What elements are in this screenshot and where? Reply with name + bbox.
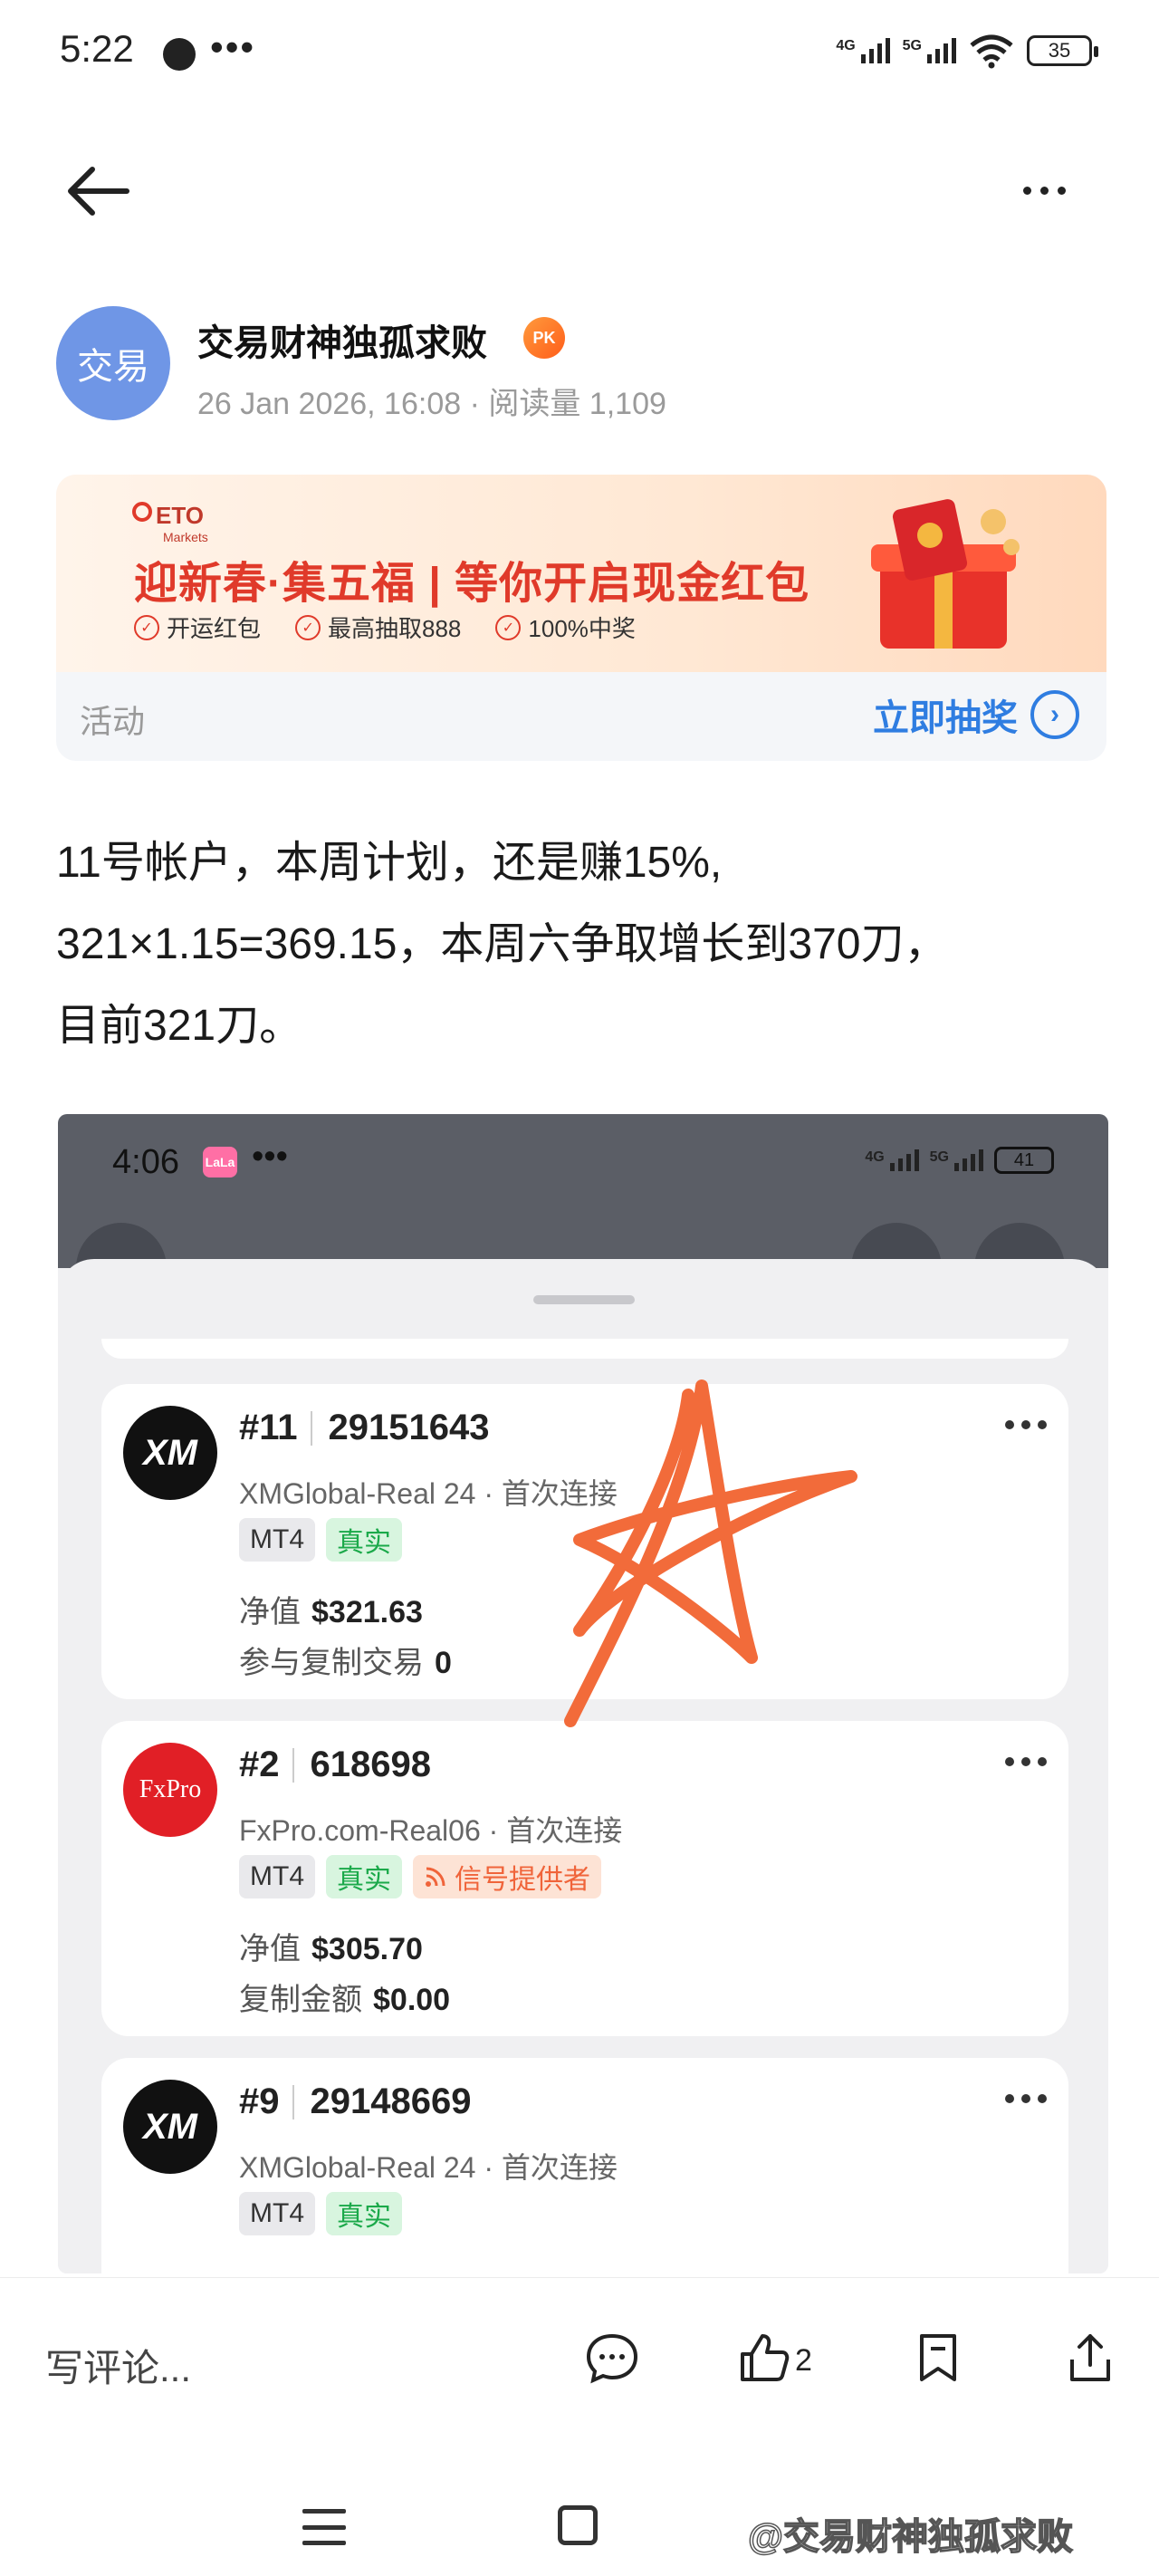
like-count: 2	[795, 2343, 812, 2378]
author-avatar[interactable]: 交易	[56, 306, 170, 420]
account-id: #2 618698	[239, 1745, 431, 1784]
account-tags: MT4 真实	[239, 2192, 402, 2235]
screenshot-dots: •••	[252, 1138, 288, 1176]
status-time: 5:22	[60, 27, 134, 70]
author-name[interactable]: 交易财神独孤求败	[197, 313, 487, 366]
signal-4g-icon: 4G	[865, 1149, 919, 1171]
ad-perks: 开运红包 最高抽取888 100%中奖	[134, 610, 636, 644]
bookmark-icon[interactable]	[909, 2329, 967, 2387]
account-server: XMGlobal-Real 24 · 首次连接	[239, 1477, 618, 1510]
sheet-handle[interactable]	[533, 1295, 635, 1304]
copy-amount-line: 复制金额 $0.00	[239, 1983, 451, 2017]
wifi-icon	[970, 34, 1013, 69]
battery-icon: 35	[1027, 35, 1098, 66]
ad-banner[interactable]: ETOMarkets 迎新春·集五福 | 等你开启现金红包 开运红包 最高抽取8…	[56, 475, 1106, 761]
ad-logo: ETO Markets	[156, 502, 208, 544]
account-more-icon[interactable]	[1005, 1420, 1047, 1429]
account-card[interactable]: XM #9 29148669 XMGlobal-Real 24 · 首次连接 MT…	[101, 2058, 1068, 2273]
clock-app-icon	[163, 38, 196, 71]
fxpro-logo-icon: FxPro	[123, 1743, 217, 1837]
equity-line: 净值 $321.63	[239, 1595, 423, 1629]
ad-tag: 活动	[80, 703, 146, 740]
watermark-text: @交易财神独孤求败	[747, 2516, 1074, 2558]
signal-provider-tag: 信号提供者	[413, 1855, 601, 1898]
eto-logo-icon	[132, 502, 152, 522]
post-image[interactable]: 4:06 LaLa ••• 4G 5G 41 XM #11 29151643 X…	[58, 1114, 1108, 2273]
previous-card-edge	[101, 1339, 1068, 1359]
battery-level: 41	[1013, 1149, 1035, 1170]
signal-4g-icon: 4G	[836, 38, 890, 63]
real-tag: 真实	[326, 1855, 402, 1898]
thumbs-up-icon[interactable]	[735, 2329, 793, 2387]
pk-badge-icon: PK	[523, 317, 565, 359]
accounts-sheet: XM #11 29151643 XMGlobal-Real 24 · 首次连接 M…	[58, 1259, 1108, 2273]
more-options-icon[interactable]	[1023, 172, 1087, 208]
account-id: #9 29148669	[239, 2081, 472, 2121]
ad-cta-button[interactable]: 立即抽奖 ›	[873, 688, 1079, 741]
red-envelope-gift-icon	[871, 499, 1020, 649]
real-tag: 真实	[326, 1518, 402, 1562]
rss-icon	[426, 1867, 445, 1887]
post-body: 11号帐户，本周计划，还是赚15%, 321×1.15=369.15，本周六争取…	[56, 822, 1106, 1067]
account-tags: MT4 真实 信号提供者	[239, 1855, 601, 1898]
platform-tag: MT4	[239, 1518, 315, 1562]
screenshot-time: 4:06	[112, 1143, 179, 1181]
ad-perk: 100%中奖	[495, 610, 636, 644]
menu-icon[interactable]	[302, 2509, 346, 2545]
system-navigation-bar: @交易财神独孤求败	[0, 2440, 1159, 2576]
battery-level: 35	[1048, 39, 1071, 62]
platform-tag: MT4	[239, 1855, 315, 1898]
account-card[interactable]: FxPro #2 618698 FxPro.com-Real06 · 首次连接 M…	[101, 1721, 1068, 2036]
ad-cta-label: 立即抽奖	[873, 698, 1018, 738]
battery-icon: 41	[994, 1147, 1054, 1174]
ad-footer: 活动 立即抽奖 ›	[56, 672, 1106, 761]
post-meta: 26 Jan 2026, 16:08 · 阅读量 1,109	[197, 387, 666, 421]
chevron-right-circle-icon: ›	[1030, 690, 1079, 739]
notification-dots: •••	[210, 25, 256, 68]
post-line: 321×1.15=369.15，本周六争取增长到370刀，	[56, 920, 948, 968]
account-server: FxPro.com-Real06 · 首次连接	[239, 1814, 623, 1847]
home-icon[interactable]	[558, 2505, 598, 2545]
signal-5g-icon: 5G	[903, 38, 956, 63]
equity-line: 净值 $305.70	[239, 1932, 423, 1966]
ad-image[interactable]: ETOMarkets 迎新春·集五福 | 等你开启现金红包 开运红包 最高抽取8…	[56, 475, 1106, 672]
post-line: 目前321刀。	[56, 1002, 303, 1050]
comment-input[interactable]: 写评论...	[45, 2338, 191, 2393]
signal-5g-icon: 5G	[930, 1149, 983, 1171]
account-id: #11 29151643	[239, 1408, 490, 1447]
account-server: XMGlobal-Real 24 · 首次连接	[239, 2151, 618, 2184]
account-more-icon[interactable]	[1005, 2094, 1047, 2103]
ad-perk: 最高抽取888	[295, 610, 461, 644]
platform-tag: MT4	[239, 2192, 315, 2235]
account-more-icon[interactable]	[1005, 1757, 1047, 1766]
comment-bar: 写评论... 2	[0, 2277, 1159, 2440]
status-icons: 4G 5G 35	[836, 33, 1098, 69]
ad-perk: 开运红包	[134, 610, 261, 644]
ad-headline: 迎新春·集五福 | 等你开启现金红包	[134, 560, 810, 608]
status-bar: 5:22 ••• 4G 5G 35	[0, 0, 1159, 109]
screenshot-status-icons: 4G 5G 41	[865, 1147, 1054, 1174]
back-arrow-icon[interactable]	[63, 159, 136, 223]
xm-logo-icon: XM	[123, 2080, 217, 2174]
screenshot-status-bar: 4:06 LaLa ••• 4G 5G 41	[58, 1114, 1108, 1313]
copy-line: 参与复制交易 0	[239, 1646, 452, 1680]
account-tags: MT4 真实	[239, 1518, 402, 1562]
account-card[interactable]: XM #11 29151643 XMGlobal-Real 24 · 首次连接 M…	[101, 1384, 1068, 1699]
comment-icon[interactable]	[583, 2329, 641, 2387]
lala-app-icon: LaLa	[203, 1147, 237, 1177]
real-tag: 真实	[326, 2192, 402, 2235]
xm-logo-icon: XM	[123, 1406, 217, 1500]
post-line: 11号帐户，本周计划，还是赚15%,	[56, 839, 723, 887]
share-icon[interactable]	[1061, 2329, 1119, 2387]
